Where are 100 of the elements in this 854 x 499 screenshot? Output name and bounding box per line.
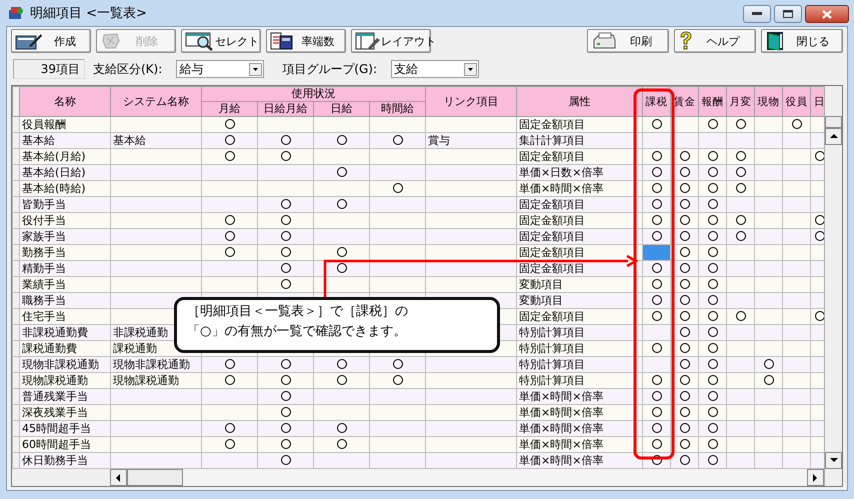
toolbar-button[interactable]: 印刷 [587,29,669,53]
calculator-icon [270,32,294,50]
table-cell: 固定金額項目 [516,212,642,228]
column-header: 報酬 [698,86,726,116]
close-icon [822,10,832,18]
item-count: 39項目 [13,59,85,79]
down-arrow-icon [830,458,838,463]
scroll-thumb[interactable] [127,469,183,486]
row-header-corner [12,86,20,116]
table-cell: 単価×時間×倍率 [516,452,642,468]
mark-cell[interactable] [642,244,670,260]
mark-cell[interactable] [642,436,670,452]
dropdown-field[interactable]: 支給 [391,60,479,78]
table-cell: 基本給(月給) [20,148,110,164]
table-cell: 課税通勤費 [20,340,110,356]
column-header: 日 [810,86,824,116]
table-cell: 普通残業手当 [20,388,110,404]
table-cell: 単価×日数×倍率 [516,164,642,180]
column-header: 属性 [516,86,642,116]
mark-cell[interactable] [642,292,670,308]
table-cell: 精勤手当 [20,260,110,276]
toolbar-button[interactable]: ヘルプ [674,29,756,53]
mark-cell[interactable] [642,356,670,372]
table-cell: 固定金額項目 [516,308,642,324]
table-cell: 特別計算項目 [516,356,642,372]
printer-icon [591,32,617,50]
toolbar-button[interactable]: 作成 [11,29,91,53]
data-grid[interactable] [11,85,843,487]
table-cell: 家族手当 [20,228,110,244]
mark-cell[interactable] [642,164,670,180]
table-cell: 単価×時間×倍率 [516,420,642,436]
mark-cell[interactable] [642,420,670,436]
column-header: 役員 [782,86,810,116]
minimize-button[interactable] [743,5,771,23]
table-cell: 役付手当 [20,212,110,228]
mark-cell[interactable] [642,148,670,164]
table-cell: 基本給(日給) [20,164,110,180]
column-header: 月給 [202,102,258,116]
column-header: 現物 [754,86,782,116]
table-cell: 現物非課税通勤 [20,356,110,372]
table-cell: 特別計算項目 [516,340,642,356]
table-cell: 皆勤手当 [20,196,110,212]
window-title: 明細項目 <一覧表> [30,5,147,22]
mark-cell[interactable] [642,324,670,340]
table-brush-icon [355,32,381,50]
close-button[interactable] [805,5,849,23]
mark-cell[interactable] [642,212,670,228]
table-cell: 深夜残業手当 [20,404,110,420]
table-cell: 45時間超手当 [20,420,110,436]
toolbar-button[interactable]: レイアウト [351,29,431,53]
table-cell: 単価×時間×倍率 [516,404,642,420]
column-header: システム名称 [110,86,202,116]
minimize-icon [752,12,762,16]
mark-cell[interactable] [642,196,670,212]
mark-cell[interactable] [642,180,670,196]
mark-cell[interactable] [642,404,670,420]
table-cell: 業績手当 [20,276,110,292]
scroll-down-button[interactable] [825,452,842,469]
table-cell: 賞与 [426,132,516,148]
scroll-up-button[interactable] [825,128,842,145]
vertical-scrollbar[interactable] [824,86,842,486]
column-header: リンク項目 [426,86,516,116]
maximize-button[interactable] [774,5,802,23]
table-cell: 休日勤務手当 [20,452,110,468]
table-cell: 非課税通勤費 [20,324,110,340]
scroll-left-button[interactable] [110,469,127,486]
table-cell: 固定金額項目 [516,116,642,132]
mark-cell[interactable] [642,276,670,292]
crumpled-paper-icon [100,32,122,50]
mark-cell[interactable] [642,116,670,132]
mark-cell[interactable] [642,340,670,356]
left-arrow-icon [116,474,121,482]
table-cell: 固定金額項目 [516,244,642,260]
table-cell: 固定金額項目 [516,228,642,244]
mark-cell[interactable] [642,308,670,324]
mark-cell[interactable] [642,228,670,244]
scroll-thumb[interactable] [825,116,842,128]
up-arrow-icon [830,134,838,139]
magnifier-window-icon [185,31,215,51]
callout-text: ［明細項目＜一覧表＞］で［課税］の 「○」の有無が一覧で確認できます。 [174,297,500,353]
filter-label: 支給区分(K): [93,60,162,78]
toolbar-button[interactable]: セレクト [181,29,261,53]
table-cell: 集計計算項目 [516,132,642,148]
maximize-icon [783,10,793,18]
mark-cell[interactable] [642,260,670,276]
scroll-right-button[interactable] [807,469,824,486]
table-cell: 変動項目 [516,292,642,308]
column-header: 時間給 [370,102,426,116]
table-cell: 単価×時間×倍率 [516,436,642,452]
toolbar-button[interactable]: 率端数 [266,29,346,53]
mark-cell[interactable] [642,372,670,388]
app-icon [8,5,24,21]
mark-cell[interactable] [642,132,670,148]
table-cell: 現物課税通勤 [110,372,202,388]
column-group-header: 使用状況 [202,86,426,102]
dropdown-field[interactable]: 給与 [176,60,264,78]
table-cell: 基本給 [110,132,202,148]
mark-cell[interactable] [642,388,670,404]
toolbar-button[interactable]: 閉じる [761,29,843,53]
table-cell: 固定金額項目 [516,196,642,212]
